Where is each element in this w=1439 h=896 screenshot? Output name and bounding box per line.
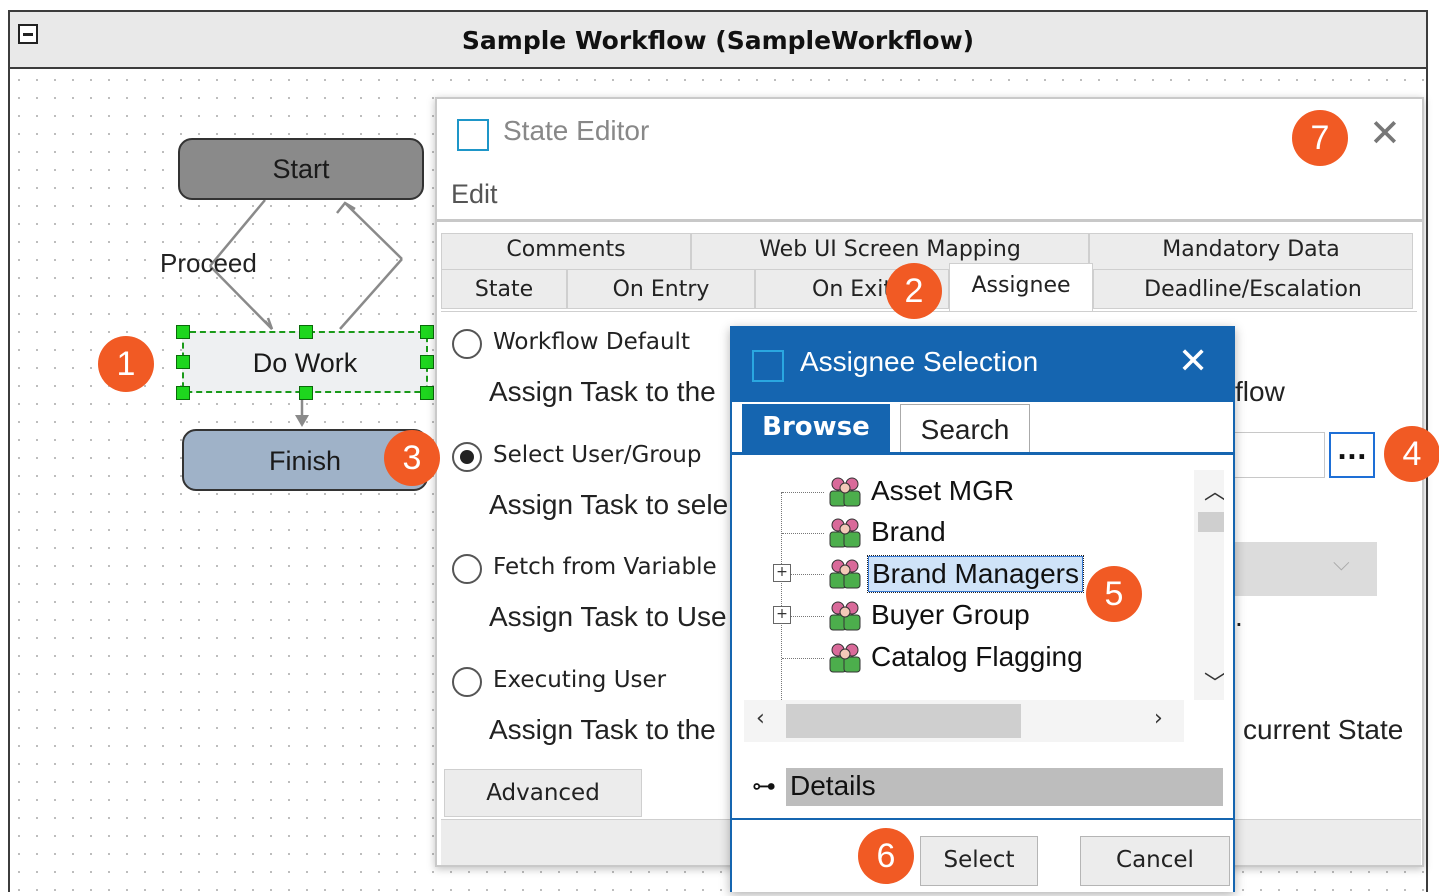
user-group-icon [829,477,861,507]
scrollbar-thumb[interactable] [1198,512,1224,532]
tab-assignee[interactable]: Assignee [949,263,1093,311]
chevron-up-icon[interactable]: ︿ [1204,474,1224,506]
resize-handle[interactable] [420,325,434,339]
tree-item[interactable]: Brand [744,513,1214,553]
collapse-icon[interactable] [18,24,38,44]
tree-item-label: Brand [871,516,946,547]
vertical-scrollbar[interactable]: ︿ ﹀ [1194,470,1224,700]
dialog-header: Assignee Selection ✕ [732,328,1233,402]
user-group-icon [829,643,861,673]
tree-line [791,574,824,575]
user-group-icon [829,518,861,548]
radio-label: Workflow Default [493,329,690,355]
callout-marker: 3 [384,430,440,486]
node-do-work[interactable]: Do Work [182,331,428,393]
tab-search[interactable]: Search [900,404,1030,452]
resize-handle[interactable] [176,325,190,339]
scrollbar-thumb[interactable] [786,704,1021,738]
node-start[interactable]: Start [178,138,424,200]
tab-underline [732,452,1233,455]
tree-item-selected[interactable]: + Brand Managers [744,554,1214,594]
tree-line [782,658,824,659]
window-icon [457,119,489,151]
chevron-down-icon[interactable]: ﹀ [1204,666,1224,698]
close-icon[interactable]: ✕ [1178,342,1208,382]
tree-line [782,533,824,534]
radio-label: Executing User [493,667,667,693]
workflow-titlebar: Sample Workflow (SampleWorkflow) [10,12,1426,69]
description-tail: flow [1235,376,1285,407]
tree-item[interactable]: Asset MGR [744,472,1214,512]
description-tail: current State [1243,714,1404,745]
radio-label: Select User/Group [493,442,702,468]
dialog-title: Assignee Selection [800,346,1039,377]
assignee-selection-dialog: Assignee Selection ✕ Browse Search Asset… [730,326,1235,892]
radio-fetch-from-variable[interactable] [452,554,482,584]
menu-edit[interactable]: Edit [451,179,498,210]
resize-handle[interactable] [299,386,313,400]
option-description: Assign Task to the [489,714,716,745]
radio-workflow-default[interactable] [452,329,482,359]
callout-marker: 4 [1384,426,1439,482]
horizontal-scrollbar[interactable]: ‹ › [744,700,1184,742]
key-icon: ⊶ [752,772,776,800]
cancel-button[interactable]: Cancel [1080,836,1230,886]
tree-item-label: Brand Managers [866,555,1085,593]
tab-comments[interactable]: Comments [441,233,691,271]
callout-marker: 7 [1292,110,1348,166]
close-icon[interactable]: ✕ [1369,113,1401,153]
state-editor-title: State Editor [503,115,650,146]
tab-on-entry[interactable]: On Entry [567,269,755,309]
tree-item-label: Buyer Group [871,599,1030,630]
radio-select-user-group[interactable] [452,442,482,472]
advanced-button[interactable]: Advanced [444,769,642,817]
radio-label: Fetch from Variable [493,554,717,580]
option-description: Assign Task to Use [489,601,727,632]
workflow-title: Sample Workflow (SampleWorkflow) [461,26,975,55]
transition-lines [209,199,403,427]
window-icon [752,350,784,382]
tab-mandatory-data[interactable]: Mandatory Data [1089,233,1413,271]
callout-marker: 2 [886,263,942,319]
tree-item[interactable]: Catalog Flagging [744,638,1214,678]
callout-marker: 1 [98,336,154,392]
expand-icon[interactable]: + [773,606,791,624]
callout-marker: 6 [858,828,914,884]
option-description: Assign Task to sele [489,489,729,520]
select-button[interactable]: Select [920,836,1038,886]
tree-item-label: Asset MGR [871,475,1015,506]
description-tail: . [1235,601,1243,632]
user-group-icon [829,601,861,631]
callout-marker: 5 [1086,566,1142,622]
transition-label[interactable]: Proceed [160,248,257,279]
chevron-right-icon[interactable]: › [1154,706,1163,731]
tree-line [782,492,824,493]
menu-divider [437,219,1422,222]
chevron-down-icon: ⌵ [1333,551,1350,576]
tree-item-label: Catalog Flagging [871,641,1083,672]
resize-handle[interactable] [420,386,434,400]
tab-state[interactable]: State [441,269,567,309]
resize-handle[interactable] [299,325,313,339]
browse-button[interactable]: ... [1329,432,1375,478]
variable-dropdown[interactable] [1227,542,1377,596]
user-group-field[interactable] [1227,432,1325,478]
footer-divider [732,818,1233,820]
tree-line [791,616,824,617]
expand-icon[interactable]: + [773,564,791,582]
option-description: Assign Task to the [489,376,716,407]
chevron-left-icon[interactable]: ‹ [756,706,765,731]
tab-browse[interactable]: Browse [742,404,890,452]
resize-handle[interactable] [176,386,190,400]
user-group-icon [829,559,861,589]
resize-handle[interactable] [176,355,190,369]
radio-executing-user[interactable] [452,667,482,697]
tree-item[interactable]: + Buyer Group [744,596,1214,636]
tab-deadline-escalation[interactable]: Deadline/Escalation [1093,269,1413,309]
resize-handle[interactable] [420,355,434,369]
details-label: Details [790,770,876,801]
